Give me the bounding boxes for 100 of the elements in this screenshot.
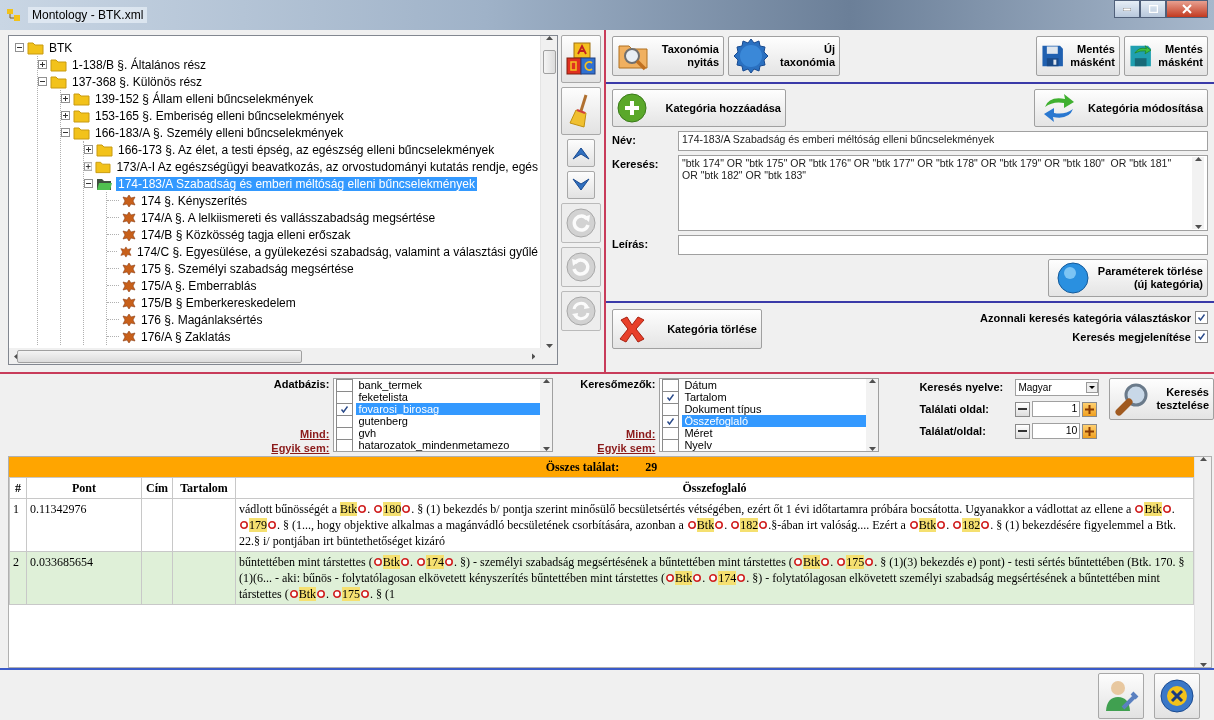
exit-button[interactable] (1154, 673, 1200, 719)
vertical-scrollbar[interactable] (540, 36, 557, 348)
scroll-up-icon[interactable] (545, 36, 553, 40)
leaf-icon (122, 227, 136, 242)
decrement-button[interactable] (1015, 401, 1031, 417)
tree-item[interactable]: 175/A §. Emberrablás (139, 278, 259, 293)
expand-icon[interactable] (84, 145, 93, 154)
expand-icon[interactable] (61, 111, 70, 120)
checkbox[interactable] (1195, 330, 1208, 343)
list-item[interactable]: feketelista (356, 391, 410, 403)
test-search-button[interactable]: Keresés tesztelése (1109, 378, 1214, 420)
tree-item[interactable]: 166-173 §. Az élet, a testi épség, az egészség elleni bűncselekmények (116, 142, 497, 157)
settings-button[interactable] (1098, 673, 1144, 719)
number-field[interactable]: 1 (1032, 401, 1081, 417)
tree-item[interactable]: 174/B § Közkösség tagja elleni erőszak (139, 227, 353, 242)
collapse-icon[interactable] (84, 179, 93, 188)
leaf-icon (122, 261, 136, 276)
modify-category-button[interactable]: Kategória módosítása (1034, 89, 1208, 127)
tree-item[interactable]: 153-165 §. Emberiség elleni bűncselekmények (93, 108, 346, 123)
toolbar-button[interactable]: Mentés másként (1036, 36, 1120, 76)
scroll-up-icon[interactable] (1194, 157, 1202, 161)
toolbar-button[interactable]: Taxonómia nyitás (612, 36, 724, 76)
add-category-button[interactable]: Kategória hozzáadása (612, 89, 786, 127)
collapse-icon[interactable] (61, 128, 70, 137)
toolbar-button[interactable]: Új taxonómia (728, 36, 840, 76)
scroll-right-icon[interactable] (531, 352, 535, 360)
tree-item[interactable]: BTK (47, 40, 75, 55)
scroll-down-icon[interactable] (1199, 663, 1207, 667)
x-circle-icon (1159, 678, 1195, 714)
list-item[interactable]: gutenberg (356, 415, 410, 427)
tree-item[interactable]: 176 §. Magánlaksértés (139, 312, 265, 327)
number-field[interactable]: 10 (1032, 423, 1081, 439)
marker-icon (737, 574, 746, 582)
tree-item[interactable]: 176/A § Zaklatás (139, 329, 233, 344)
tree-item[interactable]: 139-152 § Állam elleni bűncselekmények (93, 91, 316, 106)
list-item[interactable]: Méret (682, 427, 715, 439)
expand-icon[interactable] (84, 162, 93, 171)
checkbox[interactable] (1195, 311, 1208, 324)
clear-parameters-button[interactable]: Paraméterek törlése (új kategória) (1048, 259, 1208, 297)
scroll-down-icon[interactable] (1194, 225, 1202, 229)
tree-item[interactable]: 175 §. Személyi szabadság megsértése (139, 261, 356, 276)
tool-button[interactable] (567, 139, 595, 167)
search-query-field[interactable]: "btk 174" OR "btk 175" OR "btk 176" OR "btk 177" OR "btk 178" OR "btk 179" OR "btk 180" OR "btk 181" OR "btk 182" OR "btk 183" (678, 155, 1208, 231)
increment-button[interactable] (1082, 401, 1098, 417)
select-none-link[interactable]: Egyik sem: (271, 442, 330, 454)
list-item[interactable]: Nyelv (682, 439, 714, 451)
close-button[interactable] (1166, 0, 1208, 18)
list-item[interactable]: Dokument típus (682, 403, 764, 415)
input-field[interactable] (678, 235, 1208, 255)
scroll-up-icon[interactable] (1199, 457, 1207, 461)
list-item[interactable]: Tartalom (682, 391, 729, 403)
collapse-icon[interactable] (15, 43, 24, 52)
tree-item[interactable]: 174/A §. A lelkiismereti és vallásszabadság megsértése (139, 210, 438, 225)
checkbox[interactable] (662, 379, 680, 392)
scroll-up-icon[interactable] (542, 379, 550, 383)
list-item[interactable]: gvh (356, 427, 379, 439)
select-none-link[interactable]: Egyik sem: (597, 442, 656, 454)
marker-icon (981, 521, 990, 529)
vertical-scrollbar[interactable] (866, 379, 879, 451)
list-item[interactable]: hatarozatok_mindenmetamezo (356, 439, 512, 451)
scrollbar-thumb[interactable] (542, 50, 556, 74)
vertical-scrollbar[interactable] (1194, 457, 1211, 667)
tool-button[interactable] (561, 35, 601, 83)
scrollbar-thumb[interactable] (17, 349, 302, 363)
maximize-button[interactable] (1140, 0, 1166, 18)
marker-icon (715, 521, 724, 529)
list-item[interactable]: bank_termek (356, 379, 424, 391)
tree-item[interactable]: 173/A-I Az egészségügyi beavatkozás, az orvostudományi kutatás rendje, egés (114, 159, 540, 174)
input-field[interactable]: 174-183/A Szabadság és emberi méltóság elleni bűncselekmények (678, 131, 1208, 151)
tool-button[interactable] (567, 171, 595, 199)
delete-category-button[interactable]: Kategória törlése (612, 309, 762, 349)
minimize-button[interactable] (1114, 0, 1140, 18)
tree-item[interactable]: 137-368 §. Különös rész (70, 74, 205, 89)
horizontal-scrollbar[interactable] (9, 348, 557, 364)
scroll-up-icon[interactable] (868, 379, 876, 383)
select-all-link[interactable]: Mind: (300, 428, 330, 440)
expand-icon[interactable] (61, 94, 70, 103)
language-dropdown[interactable]: Magyar (1015, 378, 1100, 396)
toolbar-button[interactable]: Mentés másként (1124, 36, 1208, 76)
close-icon (1182, 4, 1192, 14)
tree-item[interactable]: 166-183/A §. Személy elleni bűncselekmények (93, 125, 346, 140)
marker-icon (1162, 505, 1171, 513)
list-item[interactable]: Dátum (682, 379, 719, 391)
tree-item[interactable]: 1-138/B §. Általános rész (70, 57, 209, 72)
tree-item[interactable]: 174 §. Kényszerítés (139, 193, 250, 208)
vertical-scrollbar[interactable] (540, 379, 553, 451)
tree-item[interactable]: 175/B § Emberkereskedelem (139, 295, 298, 310)
checkbox[interactable] (336, 379, 354, 392)
marker-icon (361, 590, 369, 598)
decrement-button[interactable] (1015, 423, 1031, 439)
check-icon (1197, 313, 1206, 322)
scroll-down-icon[interactable] (868, 447, 876, 451)
plus-icon (1085, 426, 1095, 436)
scroll-down-icon[interactable] (542, 447, 550, 451)
select-all-link[interactable]: Mind: (626, 428, 656, 440)
tree-item[interactable]: 174/C §. Egyesülése, a gyülekezési szabadság, valamint a választási gyűlé (135, 244, 540, 259)
collapse-icon[interactable] (38, 77, 47, 86)
tool-button[interactable] (561, 87, 601, 135)
expand-icon[interactable] (38, 60, 47, 69)
increment-button[interactable] (1082, 423, 1098, 439)
